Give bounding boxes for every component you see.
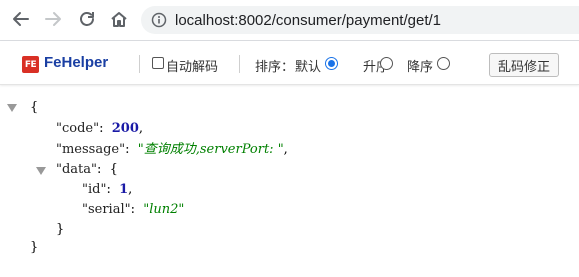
json-number: 1 [119, 182, 129, 197]
divider [139, 55, 140, 73]
json-viewer: { "code": 200, "message": "查询成功,serverPo… [0, 90, 579, 277]
forward-arrow-icon[interactable] [42, 8, 64, 30]
info-icon[interactable] [151, 12, 167, 28]
json-key: "message" [56, 142, 126, 157]
reload-icon[interactable] [76, 8, 98, 30]
auto-decode-checkbox[interactable] [152, 57, 164, 69]
home-icon[interactable] [108, 8, 130, 30]
json-line-id: "id": 1, [82, 182, 133, 197]
collapse-toggle-icon[interactable] [36, 167, 46, 175]
fehelper-title: FeHelper [44, 54, 109, 71]
sort-desc-radio[interactable] [437, 57, 450, 70]
json-line-message: "message": "查询成功,serverPort: ", [56, 142, 288, 157]
sort-default-label[interactable]: 默认 [295, 56, 321, 75]
sort-label: 排序： [255, 59, 295, 74]
url-text[interactable]: localhost:8002/consumer/payment/get/1 [175, 12, 441, 29]
fix-encoding-button[interactable]: 乱码修正 [489, 53, 559, 77]
json-root-open: { [30, 100, 39, 115]
json-line-code: "code": 200, [56, 121, 144, 136]
divider [239, 55, 240, 73]
json-root-close: } [30, 240, 39, 255]
fehelper-logo: FE [22, 56, 39, 73]
auto-decode-label[interactable]: 自动解码 [166, 56, 218, 75]
json-key: "data" [56, 162, 98, 177]
browser-toolbar: localhost:8002/consumer/payment/get/1 [0, 0, 579, 40]
json-string: "lun2" [143, 202, 185, 217]
json-key: "code" [56, 121, 100, 136]
back-arrow-icon[interactable] [10, 8, 32, 30]
json-line-serial: "serial": "lun2" [82, 202, 185, 217]
json-key: "id" [82, 182, 107, 197]
collapse-toggle-icon[interactable] [7, 104, 17, 112]
json-key: "serial" [82, 202, 131, 217]
fehelper-toolbar: FE FeHelper 自动解码 排序： 默认 升序 降序 乱码修正 [0, 41, 579, 85]
sort-desc-label[interactable]: 降序 [407, 56, 433, 75]
sort-default-radio[interactable] [325, 57, 338, 70]
json-data-close: } [56, 222, 65, 237]
json-number: 200 [111, 121, 139, 136]
json-string: "查询成功,serverPort: " [137, 142, 284, 157]
sort-asc-radio[interactable] [380, 57, 393, 70]
address-bar[interactable]: localhost:8002/consumer/payment/get/1 [141, 6, 579, 34]
json-line-data: "data": { [56, 162, 118, 177]
